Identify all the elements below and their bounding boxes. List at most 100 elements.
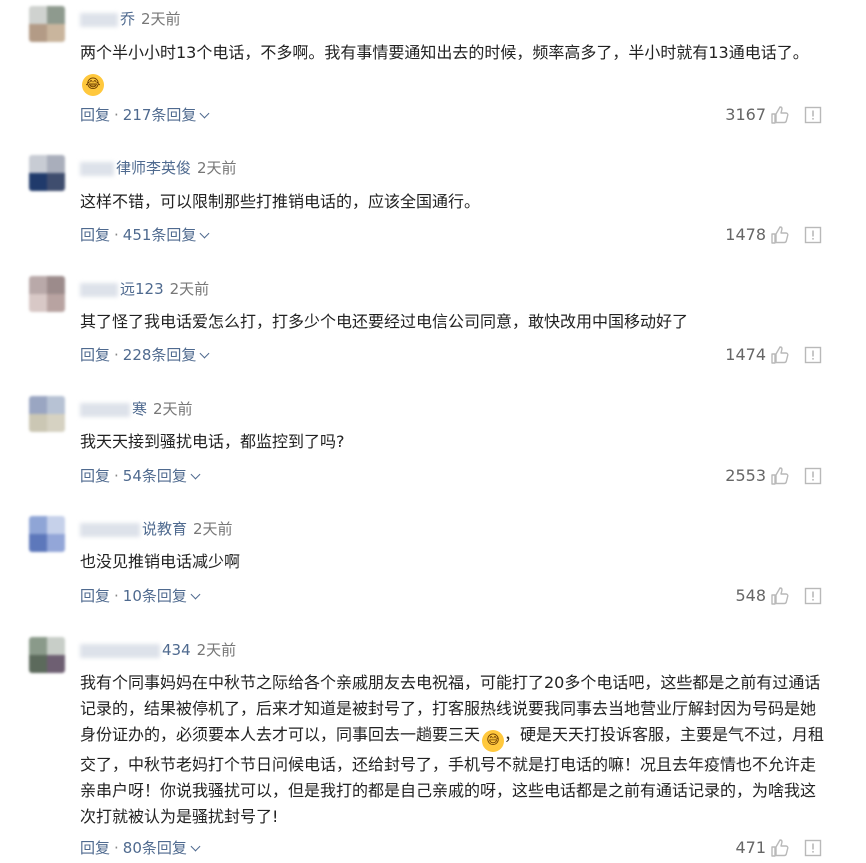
view-replies-button[interactable]: 217条回复 xyxy=(123,106,210,124)
avatar-tile xyxy=(47,414,65,432)
chevron-down-icon xyxy=(199,348,210,359)
comment-actions: 回复 · 451条回复 xyxy=(80,224,210,246)
username[interactable]: 律师李英俊 xyxy=(116,159,191,177)
separator: · xyxy=(114,226,119,244)
separator: · xyxy=(114,106,119,124)
comment-actions: 回复 · 54条回复 xyxy=(80,465,201,487)
reply-button[interactable]: 回复 xyxy=(80,587,110,605)
username[interactable]: 乔 xyxy=(120,10,135,28)
view-replies-button[interactable]: 228条回复 xyxy=(122,346,210,364)
avatar-tile xyxy=(29,534,47,552)
avatar-tile xyxy=(29,155,47,173)
report-icon[interactable] xyxy=(804,346,822,364)
comment-body: 两个半小小时13个电话，不多啊。我有事情要通知出去的时候，频率高多了，半小时就有… xyxy=(80,43,809,62)
avatar-tile xyxy=(29,516,47,534)
timestamp: 2天前 xyxy=(193,520,233,538)
comment-actions: 回复 · 228条回复 xyxy=(80,344,210,366)
thumbs-up-icon[interactable] xyxy=(770,838,790,858)
report-icon[interactable] xyxy=(804,467,822,485)
replies-count: 54条回复 xyxy=(122,467,187,485)
avatar-tile xyxy=(29,655,47,673)
avatar-tile xyxy=(47,516,65,534)
reply-button[interactable]: 回复 xyxy=(80,106,110,124)
avatar-tile xyxy=(47,396,65,414)
username[interactable]: 远123 xyxy=(120,280,164,298)
report-icon[interactable] xyxy=(804,226,822,244)
comment-text: 也没见推销电话减少啊 xyxy=(80,549,826,575)
avatar-tile xyxy=(47,294,65,312)
avatar[interactable] xyxy=(29,6,65,42)
replies-count: 228条回复 xyxy=(122,346,197,364)
timestamp: 2天前 xyxy=(196,641,237,659)
separator: · xyxy=(114,346,119,364)
like-count: 471 xyxy=(735,838,766,857)
avatar-tile xyxy=(29,294,47,312)
username[interactable]: 寒 xyxy=(132,400,147,418)
report-icon[interactable] xyxy=(804,587,822,605)
reply-button[interactable]: 回复 xyxy=(80,839,110,857)
comment-actions: 回复 · 10条回复 xyxy=(80,585,201,607)
thumbs-up-icon[interactable] xyxy=(770,345,790,365)
avatar-tile xyxy=(47,276,65,294)
comment-header: 434 2天前 xyxy=(80,639,236,661)
grinning-sweat-emoji-icon: 😅 xyxy=(482,730,505,752)
timestamp: 2天前 xyxy=(197,159,237,177)
chevron-down-icon xyxy=(190,589,201,600)
comment-body: 其了怪了我电话爱怎么打，打多少个电还要经过电信公司同意，敢快改用中国移动好了 xyxy=(80,312,689,331)
avatar-tile xyxy=(47,534,65,552)
comment-header: 律师李英俊 2天前 xyxy=(80,157,237,179)
thumbs-up-icon[interactable] xyxy=(770,586,790,606)
separator: · xyxy=(114,467,119,485)
reply-button[interactable]: 回复 xyxy=(80,467,110,485)
comment-text: 我天天接到骚扰电话，都监控到了吗? xyxy=(80,429,826,455)
avatar-tile xyxy=(29,24,47,42)
avatar-tile xyxy=(29,637,47,655)
avatar-tile xyxy=(47,6,65,24)
comment-text: 我有个同事妈妈在中秋节之际给各个亲戚朋友去电祝福，可能打了20多个电话吧，这些都… xyxy=(80,670,826,830)
like-count: 1478 xyxy=(725,225,766,244)
comment-side-actions: 1478 xyxy=(725,224,822,246)
comment-text: 其了怪了我电话爱怎么打，打多少个电还要经过电信公司同意，敢快改用中国移动好了 xyxy=(80,309,826,335)
comment-side-actions: 2553 xyxy=(725,465,822,487)
thumbs-up-icon[interactable] xyxy=(770,105,790,125)
view-replies-button[interactable]: 80条回复 xyxy=(123,839,201,857)
avatar-tile xyxy=(47,655,65,673)
comment-side-actions: 548 xyxy=(735,585,822,607)
avatar[interactable] xyxy=(29,155,65,191)
avatar-tile xyxy=(47,173,65,191)
view-replies-button[interactable]: 451条回复 xyxy=(123,226,210,244)
username[interactable]: 说教育 xyxy=(142,520,187,538)
avatar-tile xyxy=(29,396,47,414)
avatar[interactable] xyxy=(29,637,65,673)
username-redacted xyxy=(80,643,160,658)
avatar-tile xyxy=(47,155,65,173)
timestamp: 2天前 xyxy=(169,280,210,298)
avatar-tile xyxy=(29,6,47,24)
view-replies-button[interactable]: 54条回复 xyxy=(122,467,201,485)
thumbs-up-icon[interactable] xyxy=(770,225,790,245)
report-icon[interactable] xyxy=(804,839,822,857)
avatar[interactable] xyxy=(29,516,65,552)
like-count: 2553 xyxy=(725,466,766,485)
reply-button[interactable]: 回复 xyxy=(80,226,110,244)
like-count: 548 xyxy=(735,586,766,605)
chevron-down-icon xyxy=(199,228,210,239)
avatar[interactable] xyxy=(29,396,65,432)
report-icon[interactable] xyxy=(804,106,822,124)
timestamp: 2天前 xyxy=(153,400,193,418)
username-redacted xyxy=(80,161,114,176)
chevron-down-icon xyxy=(190,841,201,852)
comment-side-actions: 1474 xyxy=(725,344,822,366)
timestamp: 2天前 xyxy=(141,10,181,28)
like-count: 3167 xyxy=(725,105,766,124)
separator: · xyxy=(114,587,119,605)
thumbs-up-icon[interactable] xyxy=(770,466,790,486)
comment-text: 两个半小小时13个电话，不多啊。我有事情要通知出去的时候，频率高多了，半小时就有… xyxy=(80,40,826,96)
view-replies-button[interactable]: 10条回复 xyxy=(123,587,201,605)
comment-actions: 回复 · 80条回复 xyxy=(80,837,201,859)
username-redacted xyxy=(80,522,140,537)
avatar[interactable] xyxy=(29,276,65,312)
reply-button[interactable]: 回复 xyxy=(80,346,110,364)
username[interactable]: 434 xyxy=(162,641,191,659)
comment-header: 说教育 2天前 xyxy=(80,518,233,540)
